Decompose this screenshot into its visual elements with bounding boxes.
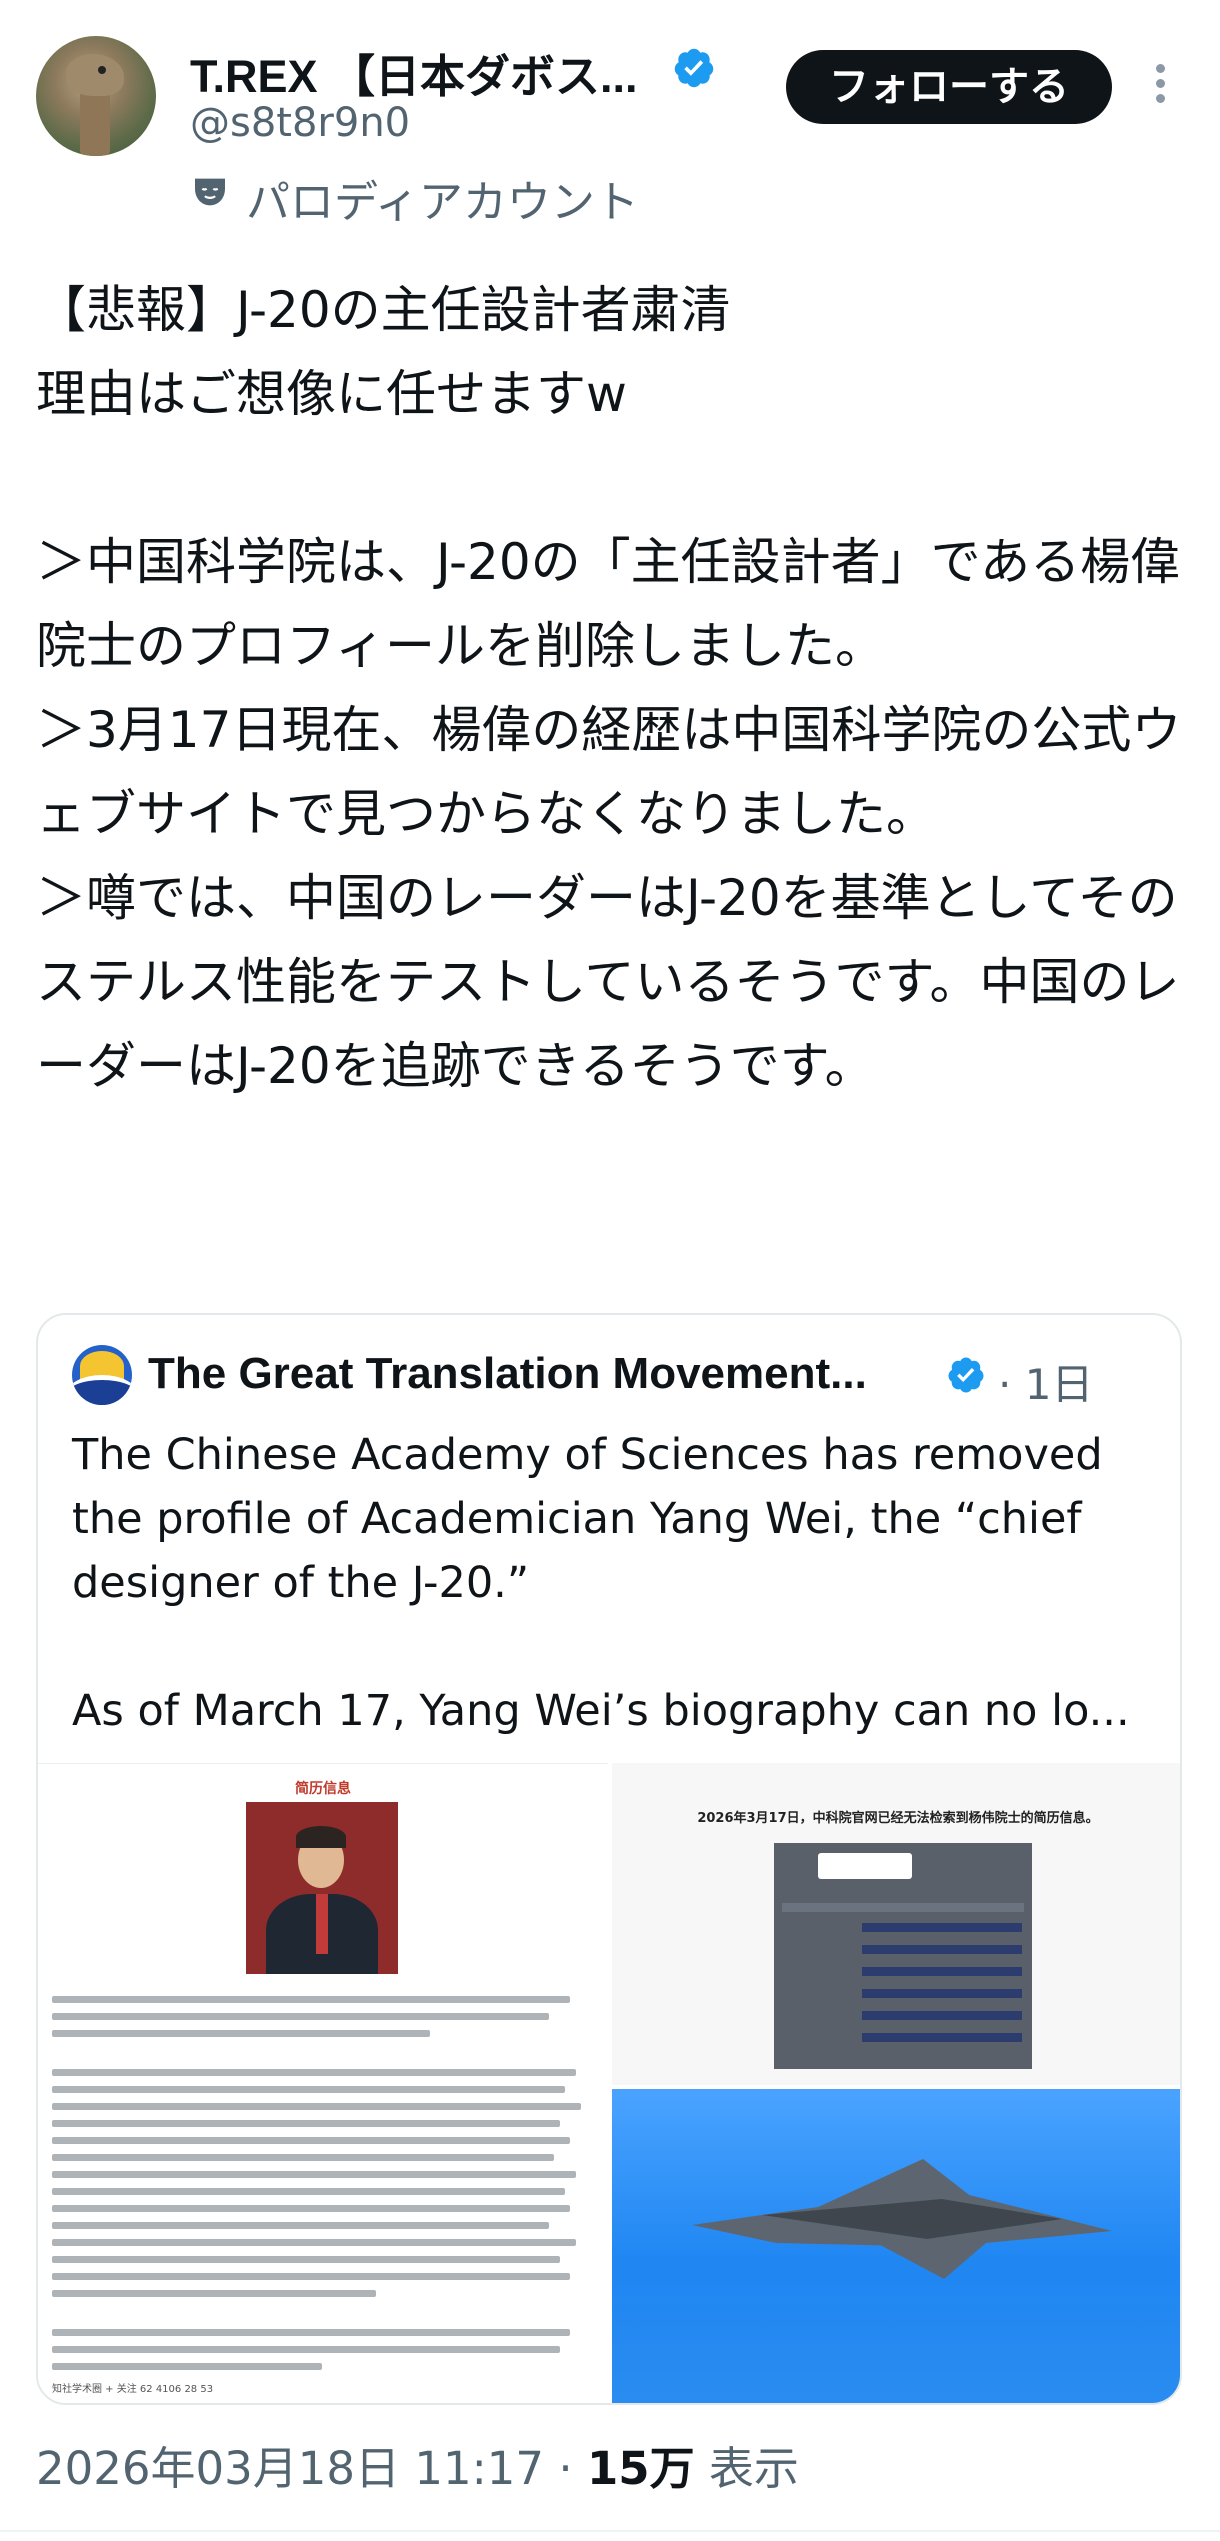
author-avatar[interactable] — [36, 36, 156, 156]
media-website-screenshot[interactable]: 2026年3月17日，中科院官网已经无法检索到杨伟院士的简历信息。 — [612, 1763, 1180, 2085]
tweet-header: T.REX 【日本ダボス... @s8t8r9n0 パロディアカウント フォロー… — [0, 0, 1220, 230]
quote-text: The Chinese Academy of Sciences has remo… — [72, 1430, 1130, 1736]
portrait-photo — [246, 1802, 398, 1974]
tweet-text: 【悲報】J-20の主任設計者粛清 理由はご想像に任せますw ＞中国科学院は、J-… — [36, 281, 1182, 1095]
quote-verified-badge-icon — [948, 1357, 984, 1393]
screenshot-panel — [774, 1843, 1032, 2069]
author-name[interactable]: T.REX 【日本ダボス... — [190, 40, 638, 105]
parody-mask-icon — [195, 178, 225, 206]
media-profile-document[interactable]: 简历信息 知社学术圈 + 关注 62 4106 28 53 — [38, 1763, 608, 2403]
divider — [0, 2530, 1220, 2532]
author-handle[interactable]: @s8t8r9n0 — [190, 100, 410, 146]
view-count: 15万 — [586, 2442, 695, 2495]
tweet-meta: 2026年03月18日 11:17 · 15万 表示 — [36, 2432, 799, 2497]
parody-account-label: パロディアカウント — [246, 177, 639, 228]
follow-button[interactable]: フォローする — [786, 50, 1112, 124]
document-body-lines — [52, 1996, 592, 2380]
document-footer: 知社学术圈 + 关注 62 4106 28 53 — [52, 2384, 214, 2395]
quoted-tweet[interactable]: The Great Translation Movement... · 1日 T… — [36, 1313, 1182, 2405]
verified-badge-icon — [674, 48, 714, 88]
screenshot-caption: 2026年3月17日，中科院官网已经无法检索到杨伟院士的简历信息。 — [697, 1811, 1099, 1826]
media-jet-photo[interactable] — [612, 2089, 1180, 2403]
quote-timestamp[interactable]: · 1日 — [998, 1351, 1093, 1412]
quote-author-avatar[interactable] — [72, 1345, 132, 1405]
document-title: 简历信息 — [295, 1781, 351, 1797]
view-label: 表示 — [694, 2442, 799, 2495]
tweet-timestamp[interactable]: 2026年03月18日 11:17 · — [36, 2442, 587, 2495]
more-options-icon[interactable] — [1150, 64, 1170, 110]
quote-author-name[interactable]: The Great Translation Movement... — [148, 1349, 867, 1399]
